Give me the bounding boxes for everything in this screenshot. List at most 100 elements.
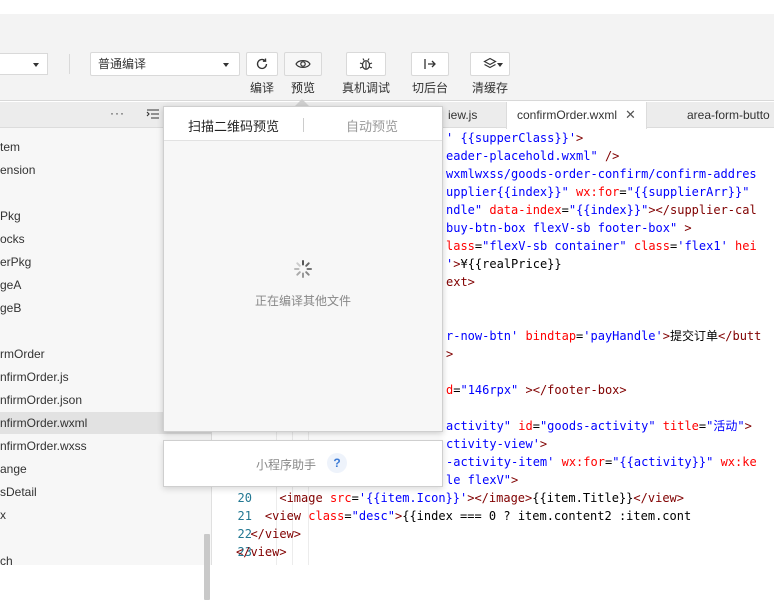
preview-label: 预览 [290,81,315,95]
code-token: ndle" [446,203,483,217]
code-token: buy-btn-box flexV-sb footer-box" [446,221,678,235]
compile-mode-select[interactable]: 普通编译 [90,52,240,76]
code-text: upplier{{index}}" wx:for="{{supplierArr}… [446,183,749,201]
code-token: upplier{{index}}" [446,185,569,199]
code-token: src [322,491,352,505]
code-token: > [677,221,692,235]
tab-label: iew.js [448,108,478,122]
close-icon[interactable]: ✕ [625,102,636,128]
code-text: ' {{supperClass}}'> [446,129,583,147]
compile-mode-value: 普通编译 [98,57,147,71]
code-text: <view class="desc">{{index === 0 ? item.… [236,507,691,525]
code-text: </view> [236,543,287,561]
code-token: "{{index}}" [568,203,649,217]
tree-item[interactable]: ch [0,550,212,572]
code-token: le flexV" [446,473,512,487]
code-text: ext> [446,273,475,291]
code-token: "flexV-sb container" [482,239,627,253]
code-token: title [655,419,699,433]
code-token: activity" [446,419,512,433]
code-token: wx:for [568,185,620,199]
tab-auto-preview[interactable]: 自动预览 [346,116,398,135]
code-token: <view [264,509,302,523]
tab-scan-qr-preview[interactable]: 扫描二维码预览 [188,116,279,135]
clear-cache-label: 清缓存 [471,81,508,95]
eye-icon [295,60,311,68]
code-token: ¥{{realPrice}} [460,257,562,271]
chevron-down-icon [33,63,39,67]
code-token: </view> [236,545,287,559]
switch-background-label: 切后台 [411,81,448,95]
code-text: wxmlwxss/goods-order-confirm/confirm-add… [446,165,757,183]
code-token: id [511,419,533,433]
preview-popup: 扫描二维码预览 自动预览 正在编译其他文件 [163,106,443,432]
code-token: = [344,509,352,523]
code-token: '{{item.Icon}}' [358,491,468,505]
more-icon[interactable]: ··· [110,106,125,120]
code-token: = [532,419,540,433]
code-token: "活动" [706,419,745,433]
code-token: "goods-activity" [539,419,656,433]
code-token: wxmlwxss/goods-order-confirm/confirm-add… [446,167,757,181]
preview-popup-tabs: 扫描二维码预览 自动预览 [164,107,442,141]
code-token: > [446,347,454,361]
compile-button[interactable] [246,52,278,76]
preview-button[interactable] [284,52,322,76]
clear-cache-button[interactable] [470,52,510,76]
code-text: '>¥{{realPrice}} [446,255,562,273]
tab-area-form-button[interactable]: area-form-butto [677,102,774,128]
code-token: > [539,437,548,451]
code-token: bindtap [518,329,577,343]
code-token: {{index === 0 ? item.content2 :item.cont [402,509,692,523]
tab-view-js[interactable]: iew.js [438,102,487,128]
code-token: {{item.Title}} [532,491,634,505]
switch-background-button[interactable] [411,52,449,76]
tab-confirm-order-wxml[interactable]: confirmOrder.wxml ✕ [506,102,647,129]
refresh-icon [256,58,268,70]
code-line: 23 </view> [212,543,774,561]
loading-text: 正在编译其他文件 [254,294,351,308]
code-token: = [619,185,627,199]
code-token: ></footer-box> [518,383,627,397]
code-token: </view> [250,527,302,541]
code-text: eader-placehold.wxml" /> [446,147,619,165]
code-line: 22 </view> [212,525,774,543]
tree-item[interactable] [0,527,212,549]
help-icon[interactable]: ? [327,453,347,473]
code-text: -activity-item' wx:for="{{activity}}" wx… [446,453,757,471]
code-token: > [744,419,752,433]
tree-item[interactable]: x [0,504,212,526]
title-bar [0,0,774,14]
code-token: = [351,491,359,505]
code-token: 'flex1' [677,239,728,253]
switch-background-icon [424,59,436,69]
code-text: <image src='{{item.Icon}}'></image>{{ite… [236,489,684,507]
mode-select[interactable] [0,53,48,75]
tab-divider [303,118,304,132]
code-token: </butt [718,329,762,343]
code-text: </view> [236,525,301,543]
code-token: ></image> [467,491,533,505]
code-token: lass [446,239,475,253]
code-line: 20 <image src='{{item.Icon}}'></image>{{… [212,489,774,507]
code-text: buy-btn-box flexV-sb footer-box" > [446,219,692,237]
code-text: > [446,345,453,363]
code-text: lass="flexV-sb container" class='flex1' … [446,237,757,255]
mini-program-helper: 小程序助手 ? [163,440,443,487]
code-token: class [301,509,345,523]
compile-label: 编译 [249,81,274,95]
code-text: activity" id="goods-activity" title="活动"… [446,417,752,435]
tab-label: confirmOrder.wxml [517,108,618,122]
code-text: ndle" data-index="{{index}}"></supplier-… [446,201,757,219]
file-tree-scrollbar[interactable] [204,534,210,600]
bug-icon [359,58,373,70]
code-token: ctivity-view' [446,437,540,451]
code-text: ctivity-view'> [446,435,547,453]
code-token: = [561,203,569,217]
chevron-down-icon [497,63,503,67]
layers-icon [483,57,497,69]
collapse-all-icon[interactable] [146,107,160,121]
remote-debug-button[interactable] [346,52,386,76]
